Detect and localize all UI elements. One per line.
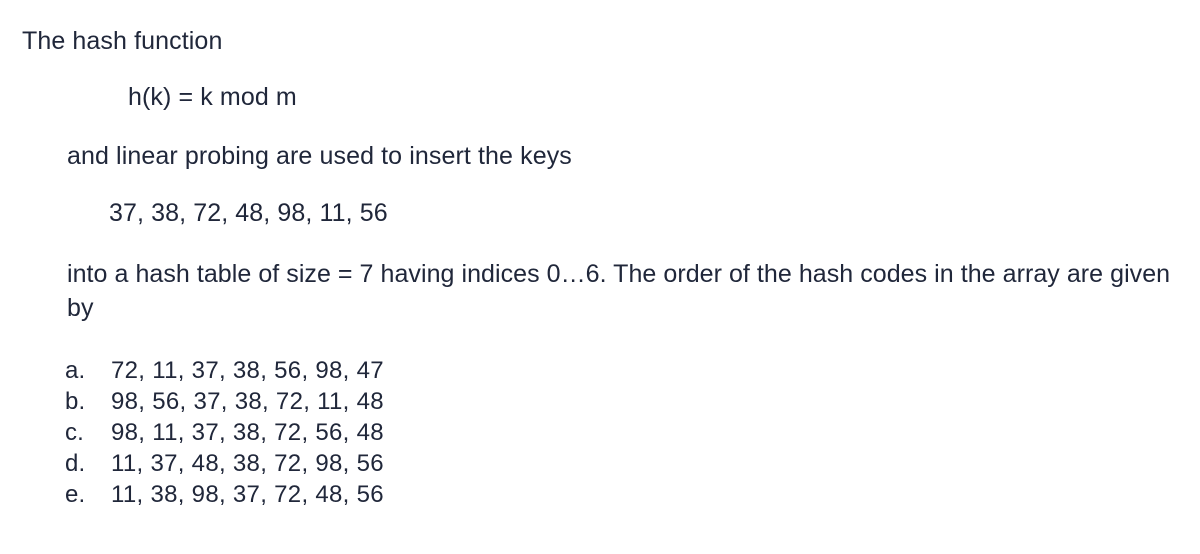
option-text: 72, 11, 37, 38, 56, 98, 47: [111, 357, 384, 384]
option-text: 98, 56, 37, 38, 72, 11, 48: [111, 388, 384, 415]
hash-function-formula: h(k) = k mod m: [128, 83, 297, 111]
probing-description-line: and linear probing are used to insert th…: [67, 142, 572, 170]
option-marker: a.: [65, 357, 86, 384]
answer-option-d[interactable]: d. 11, 37, 48, 38, 72, 98, 56: [65, 448, 384, 479]
option-marker: b.: [65, 388, 86, 415]
option-text: 11, 38, 98, 37, 72, 48, 56: [111, 481, 384, 508]
option-marker: c.: [65, 419, 84, 446]
keys-list: 37, 38, 72, 48, 98, 11, 56: [109, 199, 388, 227]
question-page: The hash function h(k) = k mod m and lin…: [0, 0, 1200, 554]
answer-option-c[interactable]: c. 98, 11, 37, 38, 72, 56, 48: [65, 417, 384, 448]
question-body-paragraph: into a hash table of size = 7 having ind…: [67, 260, 1171, 322]
answer-option-e[interactable]: e. 11, 38, 98, 37, 72, 48, 56: [65, 479, 384, 510]
answer-option-b[interactable]: b. 98, 56, 37, 38, 72, 11, 48: [65, 386, 384, 417]
option-marker: d.: [65, 450, 86, 477]
option-text: 11, 37, 48, 38, 72, 98, 56: [111, 450, 384, 477]
answer-option-a[interactable]: a. 72, 11, 37, 38, 56, 98, 47: [65, 355, 384, 386]
option-marker: e.: [65, 481, 86, 508]
question-intro-line: The hash function: [22, 27, 223, 55]
answer-options-list: a. 72, 11, 37, 38, 56, 98, 47 b. 98, 56,…: [65, 355, 384, 510]
option-text: 98, 11, 37, 38, 72, 56, 48: [111, 419, 384, 446]
